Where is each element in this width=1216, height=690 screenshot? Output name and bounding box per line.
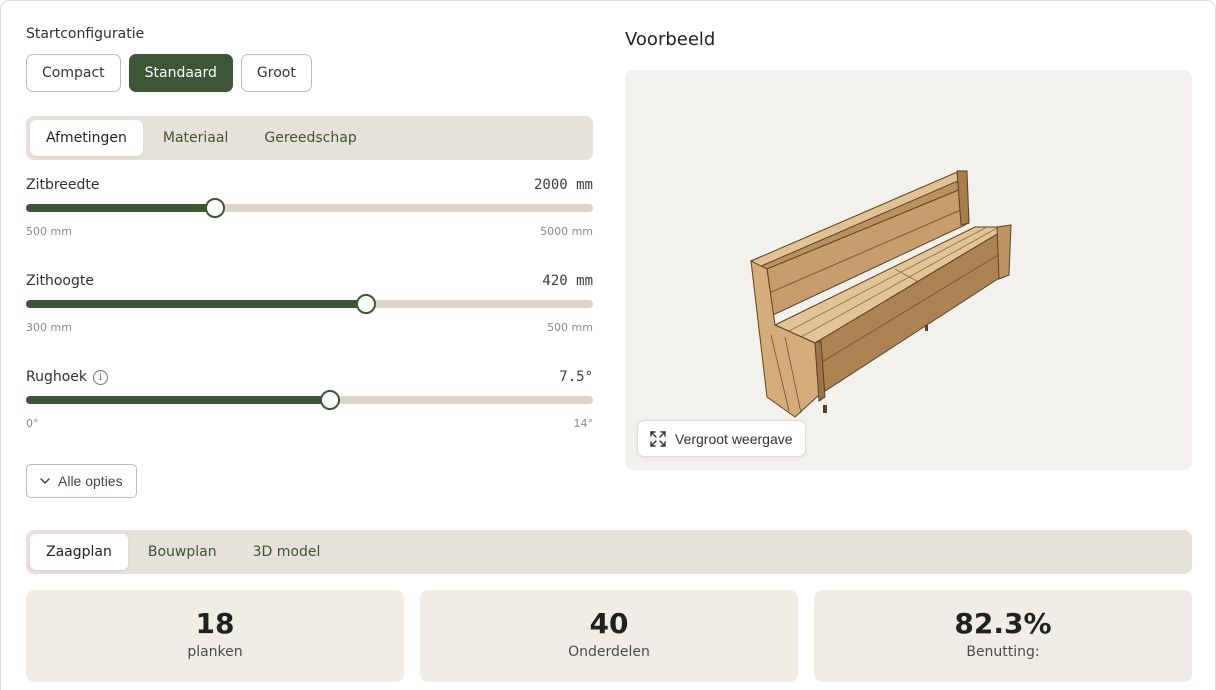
tab-3d-model[interactable]: 3D model <box>237 534 337 570</box>
stat-label: planken <box>187 644 243 660</box>
preset-standaard-button[interactable]: Standaard <box>128 54 233 92</box>
app-frame: Startconfiguratie Compact Standaard Groo… <box>0 0 1216 690</box>
enlarge-view-button[interactable]: Vergroot weergave <box>637 420 806 457</box>
tab-bouwplan[interactable]: Bouwplan <box>132 534 233 570</box>
slider-rughoek: Rughoek i 7.5° 0° 14° <box>26 367 593 430</box>
stat-card-benutting: 82.3% Benutting: <box>814 590 1192 682</box>
slider-label: Zitbreedte <box>26 177 100 193</box>
stat-label: Benutting: <box>966 644 1040 660</box>
stat-value: 18 <box>195 607 235 640</box>
slider-value: 7.5° <box>559 369 593 385</box>
preset-groot-button[interactable]: Groot <box>240 54 312 92</box>
stat-card-onderdelen: 40 Onderdelen <box>420 590 798 682</box>
slider-max: 14° <box>573 417 594 430</box>
slider-label-group: Rughoek i <box>26 369 109 385</box>
tab-afmetingen[interactable]: Afmetingen <box>30 120 143 156</box>
tab-materiaal[interactable]: Materiaal <box>147 120 244 156</box>
preset-group: Compact Standaard Groot <box>26 54 312 92</box>
slider-track[interactable] <box>26 294 593 314</box>
preview-title: Voorbeeld <box>625 29 716 50</box>
tab-gereedschap[interactable]: Gereedschap <box>248 120 372 156</box>
settings-tabbar: Afmetingen Materiaal Gereedschap <box>26 116 593 160</box>
info-icon[interactable]: i <box>93 369 109 385</box>
slider-zithoogte: Zithoogte 420 mm 300 mm 500 mm <box>26 271 593 334</box>
bench-3d-model[interactable] <box>745 165 1015 425</box>
slider-min: 500 mm <box>26 225 72 238</box>
all-options-label: Alle opties <box>58 473 123 489</box>
start-config-label: Startconfiguratie <box>26 26 145 42</box>
slider-fill <box>26 300 367 308</box>
slider-value: 420 mm <box>542 273 593 289</box>
stat-value: 82.3% <box>954 607 1052 640</box>
slider-thumb[interactable] <box>356 294 377 314</box>
slider-track[interactable] <box>26 198 593 218</box>
preset-compact-button[interactable]: Compact <box>26 54 121 92</box>
slider-fill <box>26 204 215 212</box>
slider-min: 300 mm <box>26 321 72 334</box>
slider-label: Zithoogte <box>26 273 94 289</box>
tab-zaagplan[interactable]: Zaagplan <box>30 534 128 570</box>
slider-zitbreedte: Zitbreedte 2000 mm 500 mm 5000 mm <box>26 175 593 238</box>
slider-min: 0° <box>26 417 39 430</box>
slider-max: 500 mm <box>547 321 593 334</box>
slider-label: Rughoek <box>26 369 88 385</box>
enlarge-view-label: Vergroot weergave <box>675 430 793 447</box>
output-tabbar: Zaagplan Bouwplan 3D model <box>26 530 1192 574</box>
slider-thumb[interactable] <box>204 198 225 218</box>
preview-canvas[interactable]: Vergroot weergave <box>625 70 1192 470</box>
slider-max: 5000 mm <box>540 225 593 238</box>
expand-icon <box>650 430 666 447</box>
chevron-down-icon <box>40 478 50 484</box>
slider-value: 2000 mm <box>533 177 593 193</box>
stat-label: Onderdelen <box>568 644 650 660</box>
stat-card-planken: 18 planken <box>26 590 404 682</box>
slider-fill <box>26 396 330 404</box>
slider-track[interactable] <box>26 390 593 410</box>
stat-value: 40 <box>589 607 629 640</box>
all-options-button[interactable]: Alle opties <box>26 464 137 498</box>
slider-thumb[interactable] <box>319 390 340 410</box>
